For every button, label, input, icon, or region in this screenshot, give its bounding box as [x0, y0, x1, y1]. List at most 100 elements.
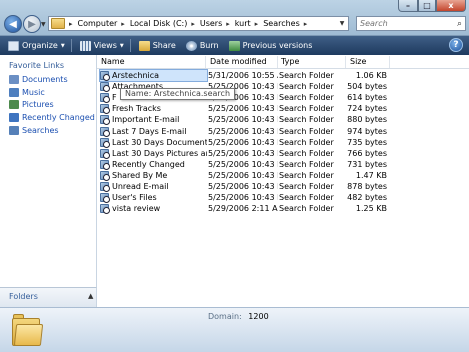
chevron-right-icon[interactable]: ▸: [304, 20, 308, 28]
maximize-button[interactable]: □: [418, 0, 436, 12]
file-row[interactable]: Recently Changed 5/25/2006 10:43 PMSearch…: [97, 159, 469, 170]
search-icon[interactable]: ⌕: [457, 19, 462, 29]
toolbar-divider: [129, 39, 131, 52]
file-name-cell[interactable]: Last 7 Days E-mail: [100, 126, 207, 137]
file-name-cell[interactable]: Important E-mail: [100, 114, 207, 126]
burn-disc-icon: [185, 40, 197, 51]
share-label: Share: [152, 41, 176, 50]
file-size: 878 bytes: [347, 182, 387, 191]
file-row[interactable]: vista review 5/29/2006 2:11 AM Search Fold…: [97, 203, 469, 215]
back-button[interactable]: ◀: [4, 15, 22, 33]
views-button[interactable]: Views ▼: [78, 38, 126, 53]
file-type: Search Folder: [279, 137, 334, 147]
file-name: User's Files: [112, 193, 157, 203]
file-row[interactable]: Shared By Me 5/25/2006 10:43 PMSearch Fol…: [97, 170, 469, 181]
sidebar-item-searches[interactable]: Searches: [9, 126, 59, 135]
sidebar-item-recently-changed[interactable]: Recently Changed: [9, 113, 95, 122]
search-folder-icon: [100, 204, 110, 215]
sidebar-item-music[interactable]: Music: [9, 88, 45, 97]
window-titlebar: – □ x ◀ ▶ ▼ ▸ Computer ▸ Local Disk (C:)…: [0, 0, 469, 36]
breadcrumb-kurt[interactable]: kurt: [235, 19, 251, 28]
help-button[interactable]: ?: [449, 38, 463, 52]
search-input[interactable]: [357, 19, 447, 28]
column-divider[interactable]: [345, 56, 346, 68]
sidebar-item-label: Documents: [22, 75, 68, 84]
chevron-down-icon: ▼: [60, 42, 65, 49]
forward-button[interactable]: ▶: [23, 15, 41, 33]
file-name-cell[interactable]: Shared By Me: [100, 170, 207, 181]
breadcrumb-computer[interactable]: Computer: [78, 19, 118, 28]
file-name-cell[interactable]: Last 30 Days Documents: [100, 137, 207, 148]
breadcrumb-users[interactable]: Users: [200, 19, 222, 28]
breadcrumb-local-disk[interactable]: Local Disk (C:): [130, 19, 188, 28]
previous-versions-button[interactable]: Previous versions: [227, 38, 315, 53]
file-row[interactable]: Fresh Tracks 5/25/2006 10:43 PMSearch Fol…: [97, 103, 469, 115]
file-name-cell[interactable]: Fresh Tracks: [100, 103, 207, 115]
column-header-date-modified[interactable]: Date modified: [210, 57, 267, 66]
file-size: 974 bytes: [347, 126, 387, 136]
address-bar[interactable]: ▸ Computer ▸ Local Disk (C:) ▸ Users ▸ k…: [48, 16, 349, 31]
burn-button[interactable]: Burn: [184, 38, 221, 53]
file-name: Fresh Tracks: [112, 104, 161, 114]
column-divider[interactable]: [277, 56, 278, 68]
file-type: Search Folder: [279, 93, 334, 103]
column-header-name[interactable]: Name: [101, 57, 125, 66]
domain-field: Domain: 1200: [208, 312, 269, 321]
chevron-right-icon[interactable]: ▸: [191, 20, 195, 28]
file-row[interactable]: Unread E-mail 5/25/2006 10:43 PMSearch Fo…: [97, 181, 469, 192]
search-box[interactable]: ⌕: [356, 16, 466, 31]
search-folder-icon: [100, 182, 110, 192]
file-name-cell[interactable]: User's Files: [100, 192, 207, 204]
file-type: Search Folder: [279, 170, 334, 180]
file-size: 1.47 KB: [355, 170, 387, 180]
file-date-modified: 5/25/2006 10:43 PM: [208, 137, 278, 147]
file-row[interactable]: Last 30 Days Documents5/25/2006 10:43 PM…: [97, 137, 469, 148]
column-divider[interactable]: [389, 56, 390, 68]
chevron-right-icon[interactable]: ▸: [226, 20, 230, 28]
share-icon: [138, 40, 150, 51]
column-header-type[interactable]: Type: [281, 57, 299, 66]
breadcrumb-searches[interactable]: Searches: [263, 19, 300, 28]
recent-pages-dropdown-icon[interactable]: ▼: [41, 21, 46, 28]
file-name-cell[interactable]: Recently Changed: [100, 159, 207, 170]
domain-value: 1200: [248, 312, 269, 321]
organize-button[interactable]: Organize ▼: [6, 38, 67, 53]
file-type: Search Folder: [279, 204, 334, 214]
file-row[interactable]: Last 7 Days E-mail 5/25/2006 10:43 PMSear…: [97, 126, 469, 137]
file-row[interactable]: Arstechnica 5/31/2006 10:55 AMSearch Fold…: [97, 69, 469, 82]
file-row[interactable]: Important E-mail 5/25/2006 10:43 PMSearch…: [97, 114, 469, 126]
file-type: Search Folder: [279, 159, 334, 169]
file-type: Search Folder: [279, 193, 334, 203]
file-size: 504 bytes: [347, 82, 387, 92]
chevron-right-icon[interactable]: ▸: [69, 20, 73, 28]
organize-icon: [8, 40, 19, 51]
search-folder-icon: [100, 159, 110, 170]
chevron-right-icon[interactable]: ▸: [121, 20, 125, 28]
previous-versions-label: Previous versions: [242, 41, 313, 50]
close-button[interactable]: x: [436, 0, 466, 12]
sidebar-item-pictures[interactable]: Pictures: [9, 100, 54, 109]
folders-toggle[interactable]: Folders ▲: [0, 287, 97, 307]
file-row[interactable]: Last 30 Days Pictures and Vi...5/25/2006…: [97, 148, 469, 159]
file-name-cell[interactable]: vista review: [100, 203, 207, 215]
file-name: vista review: [112, 204, 161, 214]
chevron-right-icon[interactable]: ▸: [255, 20, 259, 28]
file-type: Search Folder: [279, 182, 334, 191]
minimize-button[interactable]: –: [398, 0, 418, 12]
file-size: 724 bytes: [347, 104, 387, 114]
file-name: Arstechnica: [112, 71, 160, 80]
folders-label: Folders: [9, 292, 38, 301]
file-row[interactable]: User's Files 5/25/2006 10:43 PMSearch Fol…: [97, 192, 469, 204]
file-name-cell[interactable]: Arstechnica: [99, 69, 208, 82]
address-dropdown-icon[interactable]: ▼: [336, 20, 348, 27]
favorite-links-title: Favorite Links: [9, 61, 65, 70]
sidebar-item-documents[interactable]: Documents: [9, 75, 68, 84]
share-button[interactable]: Share: [137, 38, 178, 53]
search-folder-icon: [100, 71, 110, 81]
column-divider[interactable]: [205, 56, 206, 68]
column-header-size[interactable]: Size: [350, 57, 366, 66]
file-name-cell[interactable]: Unread E-mail: [100, 181, 207, 192]
file-name-cell[interactable]: Last 30 Days Pictures and Vi...: [100, 148, 207, 159]
file-date-modified: 5/25/2006 10:43 PM: [208, 193, 278, 203]
command-bar: Organize ▼ Views ▼ Share Burn Previous v…: [0, 36, 469, 55]
